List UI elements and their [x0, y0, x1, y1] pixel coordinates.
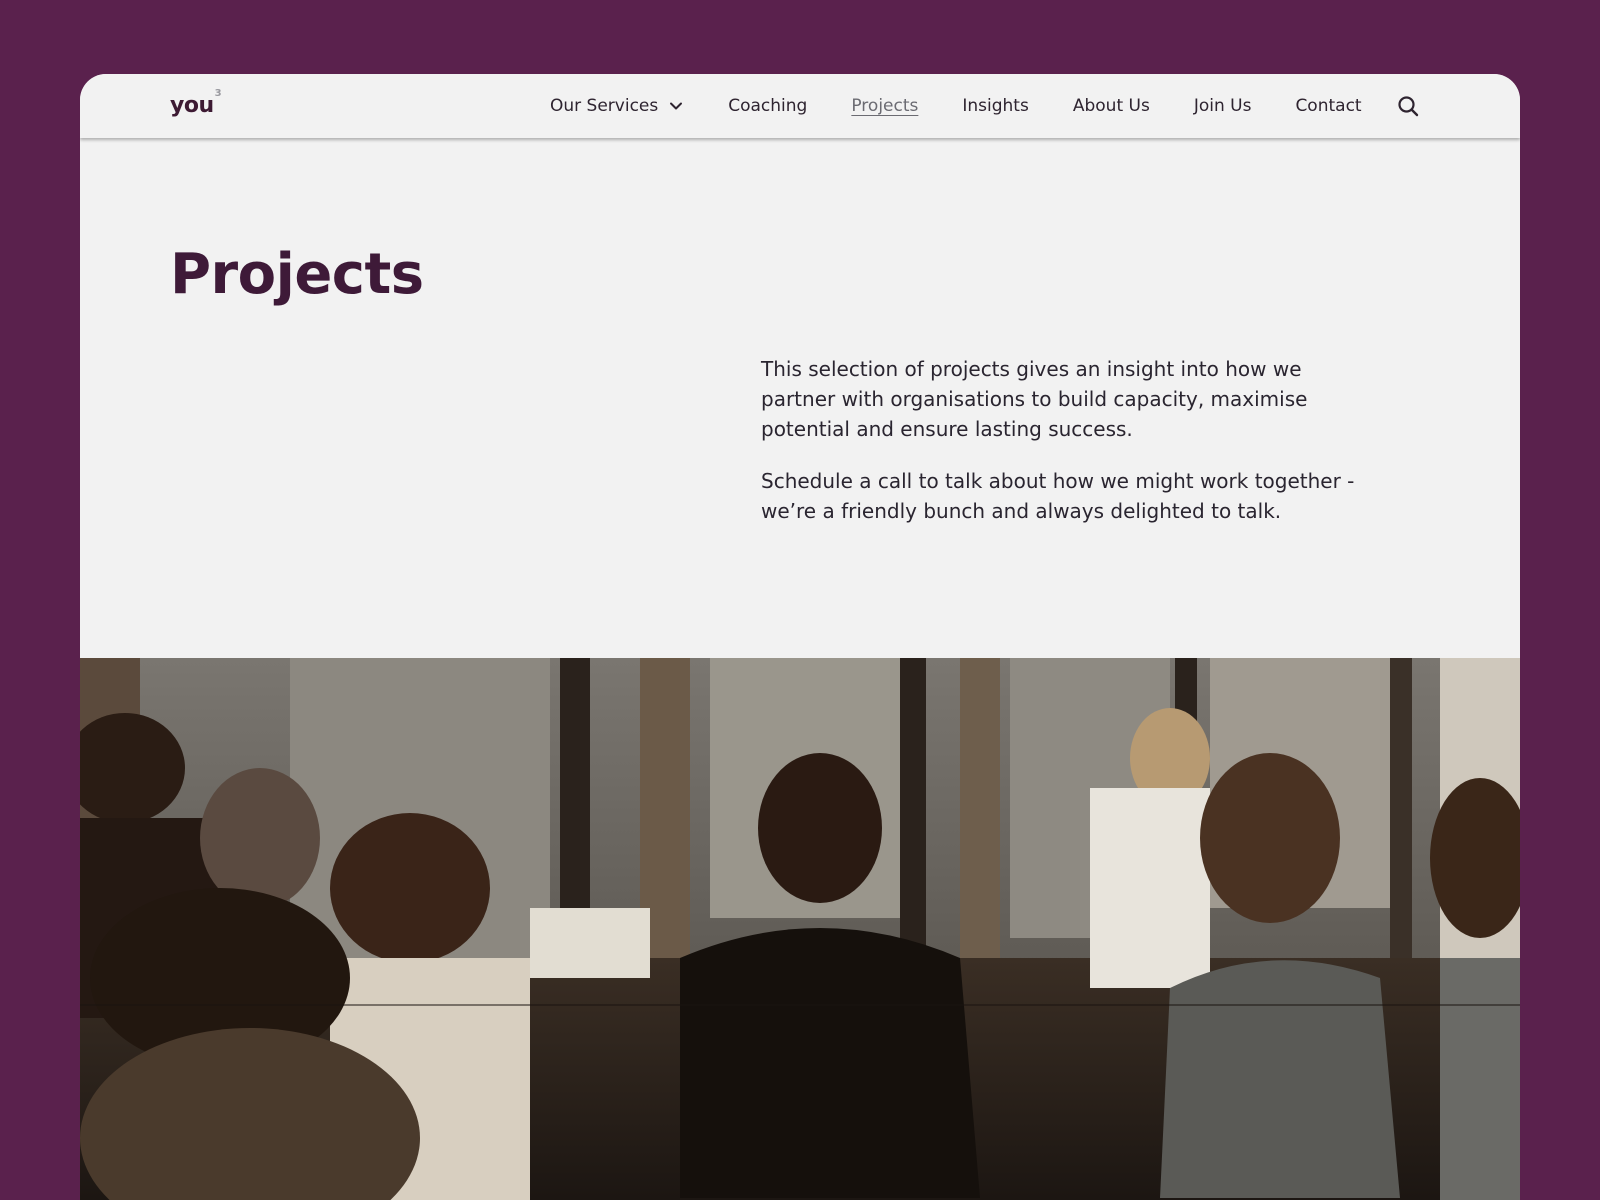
intro-paragraph: This selection of projects gives an insi…	[761, 357, 1308, 441]
intro-paragraph: Schedule a call to talk about how we mig…	[761, 469, 1355, 523]
nav-item-label: Contact	[1295, 96, 1362, 116]
team-meeting-photo	[80, 658, 1520, 1200]
main-nav: Our Services Coaching Projects Insights …	[550, 74, 1406, 138]
search-icon[interactable]	[1396, 94, 1420, 118]
nav-item-insights[interactable]: Insights	[962, 96, 1028, 116]
site-header: you3 Our Services Coaching Projects Insi…	[80, 74, 1520, 138]
chevron-down-icon	[670, 102, 683, 110]
nav-item-label: About Us	[1072, 96, 1150, 116]
hero-image	[80, 658, 1520, 1200]
browser-frame: you3 Our Services Coaching Projects Insi…	[80, 74, 1520, 1200]
logo-text: you	[170, 93, 214, 118]
nav-item-join-us[interactable]: Join Us	[1194, 96, 1252, 116]
nav-item-projects[interactable]: Projects	[851, 96, 918, 116]
page-title: Projects	[170, 242, 424, 307]
logo[interactable]: you3	[170, 88, 222, 118]
intro-text: This selection of projects gives an insi…	[761, 354, 1361, 548]
logo-superscript: 3	[214, 87, 222, 99]
nav-item-label: Our Services	[550, 96, 659, 116]
nav-item-about-us[interactable]: About Us	[1073, 96, 1150, 116]
nav-item-label: Insights	[962, 96, 1029, 116]
nav-item-our-services[interactable]: Our Services	[550, 96, 684, 116]
nav-item-label: Join Us	[1193, 96, 1252, 116]
nav-item-label: Projects	[851, 96, 919, 116]
nav-item-coaching[interactable]: Coaching	[728, 96, 807, 116]
nav-item-label: Coaching	[728, 96, 808, 116]
nav-item-contact[interactable]: Contact	[1295, 96, 1361, 116]
